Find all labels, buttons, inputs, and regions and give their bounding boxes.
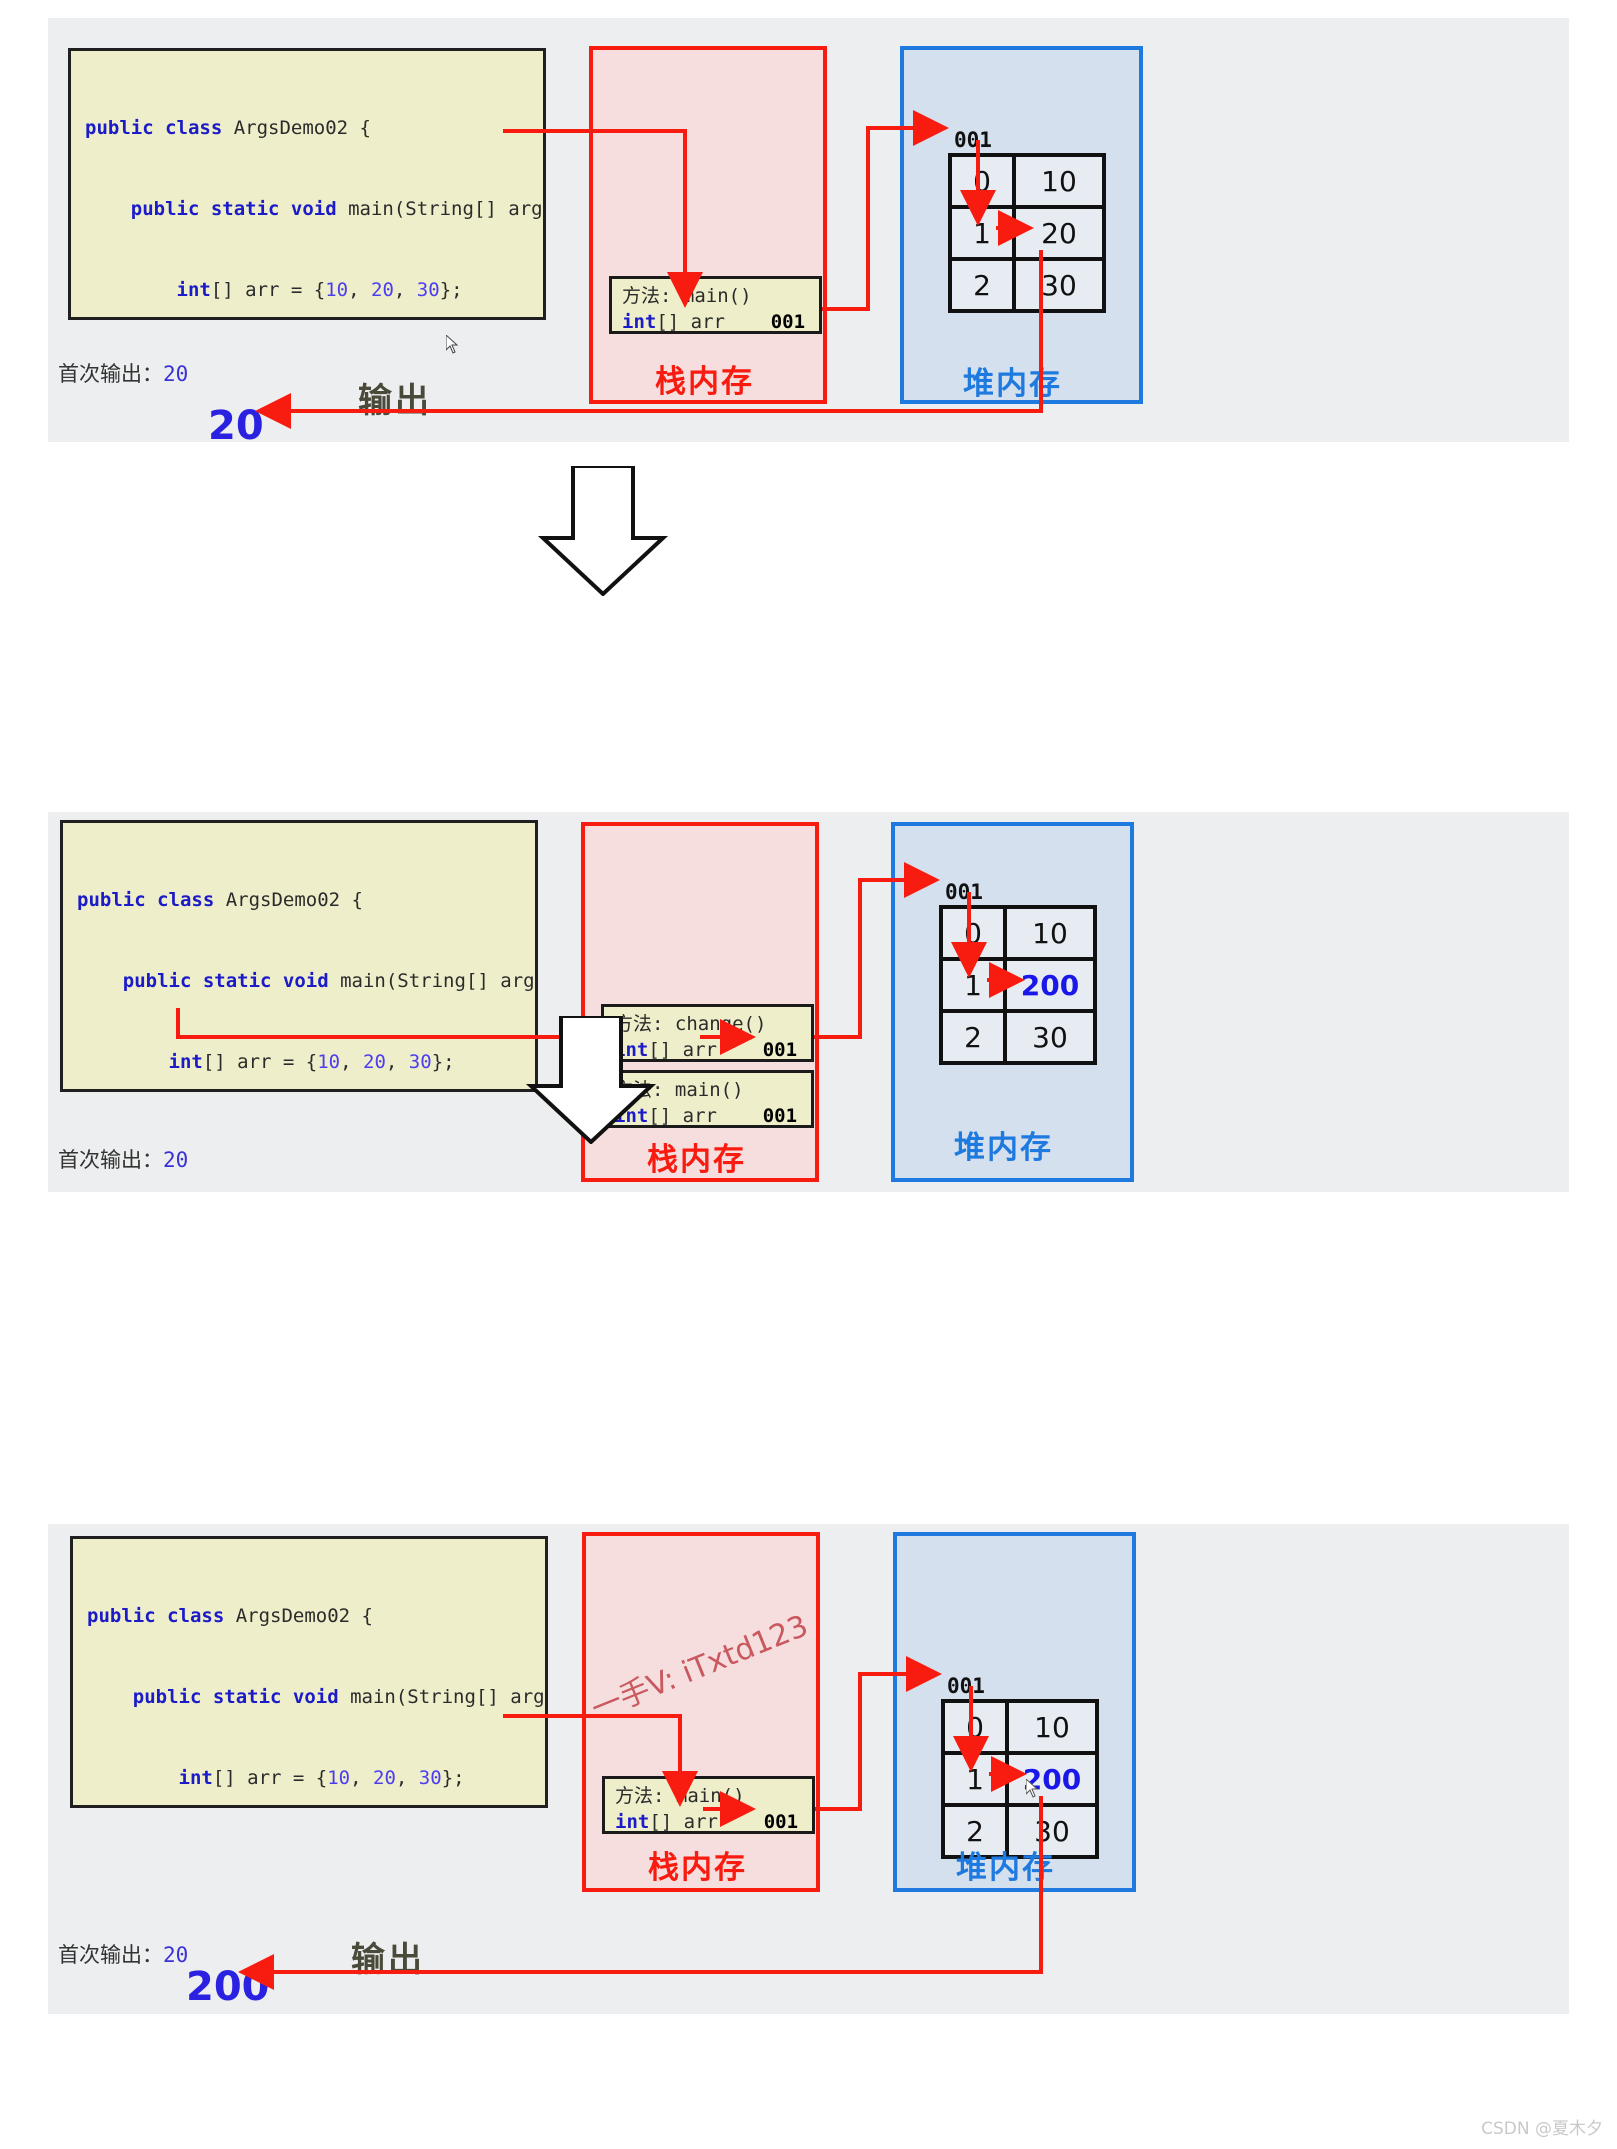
step1-stack-memory — [589, 46, 827, 404]
step1-stack-frame-main: 方法: main() int[] arr 001 — [609, 276, 822, 334]
step2-code-block: public class ArgsDemo02 { public static … — [60, 820, 538, 1092]
array-row: 1 200 — [941, 1751, 1099, 1807]
step3-heap-address: 001 — [947, 1674, 985, 1698]
step2-first-output: 首次输出：20 — [58, 1144, 188, 1174]
step1-code-block: public class ArgsDemo02 { public static … — [68, 48, 546, 320]
array-index-1: 1 — [939, 957, 1007, 1013]
step1-heap-label: 堆内存 — [963, 366, 1062, 402]
first-output-label: 首次输出： — [58, 362, 163, 386]
first-output-value: 20 — [163, 1148, 189, 1172]
array-index-0: 0 — [948, 153, 1016, 209]
array-row: 0 10 — [939, 905, 1097, 961]
array-value-0: 10 — [1005, 1699, 1099, 1755]
code-line-2: public static void main(String[] args) { — [130, 198, 543, 220]
code-line-3: int[] arr = {10, 20, 30}; — [178, 1767, 465, 1789]
array-row: 2 30 — [948, 257, 1106, 313]
step1-output-label: 输出 — [358, 381, 432, 421]
step3-stack-label: 栈内存 — [648, 1850, 747, 1886]
code-line-2: public static void main(String[] args) { — [132, 1686, 545, 1708]
step3-output-label: 输出 — [351, 1940, 425, 1980]
step2-heap-label: 堆内存 — [954, 1130, 1053, 1166]
array-index-2: 2 — [939, 1009, 1007, 1065]
array-row: 1 200 — [939, 957, 1097, 1013]
array-value-2: 30 — [1012, 257, 1106, 313]
array-row: 1 20 — [948, 205, 1106, 261]
step3-panel: public class ArgsDemo02 { public static … — [48, 1524, 1569, 2014]
step1-output-value: 20 — [208, 403, 264, 449]
step1-array-table: 0 10 1 20 2 30 — [948, 153, 1106, 313]
code-line-3: int[] arr = {10, 20, 30}; — [176, 279, 463, 301]
code-line-3: int[] arr = {10, 20, 30}; — [168, 1051, 455, 1073]
code-line-2: public static void main(String[] args) { — [122, 970, 535, 992]
code-line-1: public class ArgsDemo02 { — [85, 117, 371, 139]
first-output-label: 首次输出： — [58, 1148, 163, 1172]
step3-output-value: 200 — [186, 1964, 270, 2010]
code-line-1: public class ArgsDemo02 { — [87, 1605, 373, 1627]
step2-panel: public class ArgsDemo02 { public static … — [48, 812, 1569, 1192]
first-output-label: 首次输出： — [58, 1943, 163, 1967]
array-value-0: 10 — [1012, 153, 1106, 209]
array-row: 0 10 — [948, 153, 1106, 209]
step1-heap-address: 001 — [954, 128, 992, 152]
step2-heap-address: 001 — [945, 880, 983, 904]
code-line-1: public class ArgsDemo02 { — [77, 889, 363, 911]
step2-stack-label: 栈内存 — [647, 1142, 746, 1178]
step1-panel: public class ArgsDemo02 { public static … — [48, 18, 1569, 449]
step3-heap-label: 堆内存 — [956, 1850, 1055, 1886]
array-value-0: 10 — [1003, 905, 1097, 961]
step3-array-table: 0 10 1 200 2 30 — [941, 1699, 1099, 1859]
array-value-1: 200 — [1005, 1751, 1099, 1807]
array-index-0: 0 — [939, 905, 1007, 961]
step1-first-output: 首次输出：20 — [58, 358, 188, 388]
array-row: 0 10 — [941, 1699, 1099, 1755]
first-output-value: 20 — [163, 1943, 189, 1967]
mouse-cursor-icon-2 — [1026, 1779, 1039, 1798]
step3-stack-frame-main: 方法: main() int[] arr 001 — [602, 1776, 815, 1834]
array-value-2: 30 — [1003, 1009, 1097, 1065]
mouse-cursor-icon — [446, 335, 459, 354]
step3-first-output: 首次输出：20 — [58, 1939, 188, 1969]
flow-arrow-1-icon — [537, 466, 669, 596]
step2-array-table: 0 10 1 200 2 30 — [939, 905, 1097, 1065]
step1-stack-label: 栈内存 — [655, 364, 754, 400]
array-index-2: 2 — [948, 257, 1016, 313]
array-row: 2 30 — [939, 1009, 1097, 1065]
flow-arrow-2-icon — [525, 1016, 657, 1144]
array-index-1: 1 — [948, 205, 1016, 261]
first-output-value: 20 — [163, 362, 189, 386]
array-value-1: 200 — [1003, 957, 1097, 1013]
array-index-1: 1 — [941, 1751, 1009, 1807]
array-index-0: 0 — [941, 1699, 1009, 1755]
csdn-credit: CSDN @夏木夕 — [1481, 2119, 1603, 2139]
array-value-1: 20 — [1012, 205, 1106, 261]
step3-code-block: public class ArgsDemo02 { public static … — [70, 1536, 548, 1808]
